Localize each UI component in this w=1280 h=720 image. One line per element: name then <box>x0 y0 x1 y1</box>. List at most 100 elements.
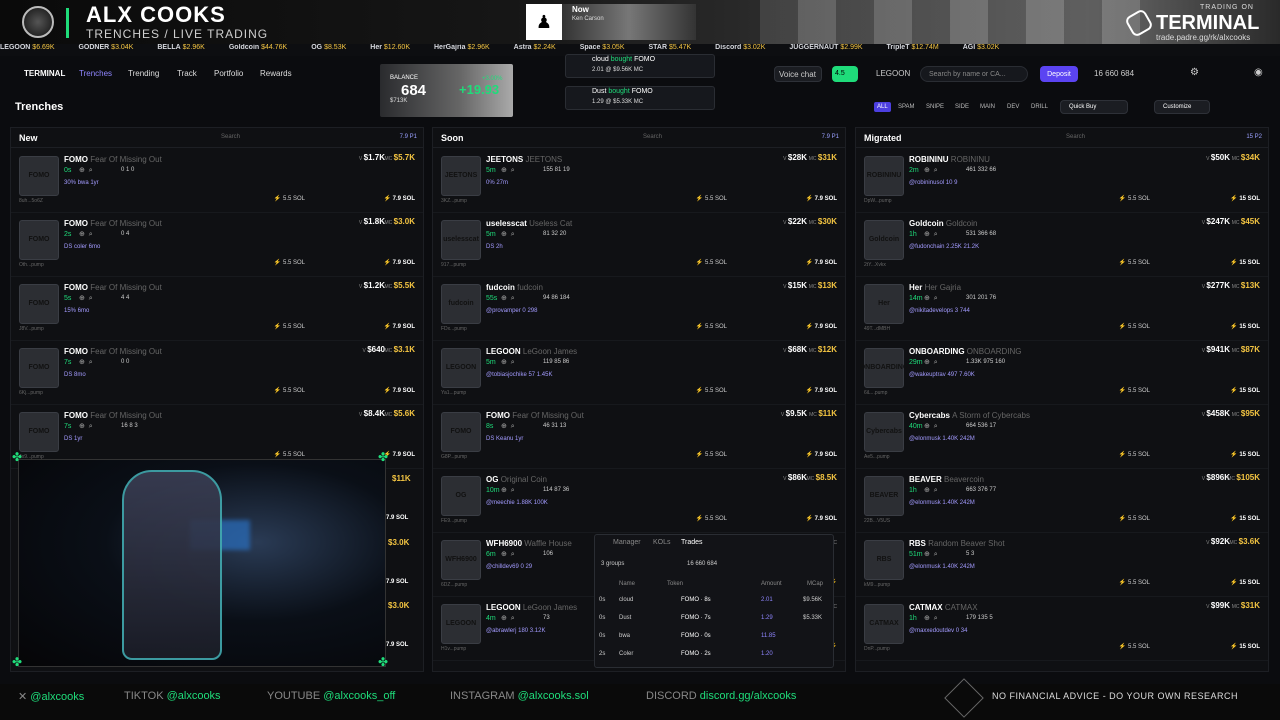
social-icons[interactable]: ⊕ ⌕ <box>501 486 516 495</box>
social-icons[interactable]: ⊕ ⌕ <box>501 166 516 175</box>
quick-buy-toggle[interactable]: Quick Buy <box>1060 100 1128 114</box>
quick-buy-sol-button[interactable]: ⚡ 7.9 SOL <box>806 195 837 202</box>
token-address[interactable]: 49T...dMBH <box>864 326 890 332</box>
quick-buy-sol-button[interactable]: ⚡ 7.9 SOL <box>806 323 837 330</box>
social-icons[interactable]: ⊕ ⌕ <box>924 422 939 431</box>
social-icons[interactable]: ⊕ ⌕ <box>924 486 939 495</box>
quick-buy-sol-button[interactable]: ⚡ 7.9 SOL <box>384 259 415 266</box>
nav-trending[interactable]: Trending <box>128 69 159 78</box>
quick-buy-button[interactable]: ⚡ 5.5 SOL <box>1119 259 1150 266</box>
ticker-item[interactable]: Her $12.60K <box>370 44 422 51</box>
filter-spam[interactable]: SPAM <box>898 104 915 110</box>
quick-buy-button[interactable]: ⚡ 5.5 SOL <box>696 387 727 394</box>
column-controls[interactable]: 15 P2 <box>1246 134 1262 140</box>
quick-buy-button[interactable]: ⚡ 5.5 SOL <box>274 195 305 202</box>
ticker-item[interactable]: STAR $5.47K <box>648 44 703 51</box>
ticker-item[interactable]: OG $8.53K <box>311 44 358 51</box>
token-address[interactable]: Oth...pump <box>19 262 44 268</box>
token-ticker[interactable]: FOMO Fear Of Missing Out <box>64 283 162 292</box>
token-ticker[interactable]: FOMO Fear Of Missing Out <box>64 155 162 164</box>
quick-buy-sol-button[interactable]: ⚡ 15 SOL <box>1230 387 1260 394</box>
token-ticker[interactable]: FOMO Fear Of Missing Out <box>64 411 162 420</box>
token-row[interactable]: uselesscat 917...pump uselesscat Useless C… <box>433 213 845 277</box>
social-icons[interactable]: ⊕ ⌕ <box>924 550 939 559</box>
quick-buy-sol-button[interactable]: ⚡ 7.9 SOL <box>806 515 837 522</box>
trade-row[interactable]: 0s cloud FOMO · 8s 2.01 $9.56K <box>599 597 829 615</box>
ticker-item[interactable]: LEGOON $6.69K <box>0 44 66 51</box>
quick-buy-sol-button[interactable]: ⚡ 15 SOL <box>1230 195 1260 202</box>
token-row[interactable]: ROBININU DpW...pump ROBININU ROBININU 2m ⊕ ⌕… <box>856 149 1268 213</box>
trade-row[interactable]: 0s Dust FOMO · 7s 1.29 $5.33K <box>599 615 829 633</box>
deposit-button[interactable]: Deposit <box>1040 66 1078 82</box>
token-ticker[interactable]: LEGOON LeGoon James <box>486 603 577 612</box>
token-row[interactable]: FOMO J8V...pump FOMO Fear Of Missing Out 5s… <box>11 277 423 341</box>
social-icons[interactable]: ⊕ ⌕ <box>924 230 939 239</box>
social-icons[interactable]: ⊕ ⌕ <box>501 614 516 623</box>
quick-buy-button[interactable]: ⚡ 5.5 SOL <box>696 451 727 458</box>
social-icons[interactable]: ⊕ ⌕ <box>501 358 516 367</box>
quick-buy-button[interactable]: ⚡ 5.5 SOL <box>1119 195 1150 202</box>
token-row[interactable]: FOMO 6Kj...pump FOMO Fear Of Missing Out 7s… <box>11 341 423 405</box>
trade-row[interactable]: 2s Coler FOMO · 2s 1.20 <box>599 651 829 669</box>
token-address[interactable]: kM9...pump <box>864 582 890 588</box>
nav-trenches[interactable]: Trenches <box>79 69 112 78</box>
tab-trades[interactable]: Trades <box>681 539 703 546</box>
token-address[interactable]: 8uh...5o6Z <box>19 198 43 204</box>
ticker-item[interactable]: AGI $3.02K <box>963 44 1012 51</box>
token-address[interactable]: Ya1...pump <box>441 390 466 396</box>
token-ticker[interactable]: ONBOARDING ONBOARDING <box>909 347 1021 356</box>
token-address[interactable]: 6Kj...pump <box>19 390 43 396</box>
token-address[interactable]: FE9...pump <box>441 518 467 524</box>
token-row[interactable]: Her 49T...dMBH Her Her Gajria 14m ⊕ ⌕ 301 201… <box>856 277 1268 341</box>
social-icons[interactable]: ⊕ ⌕ <box>79 358 94 367</box>
filter-dev[interactable]: DEV <box>1007 104 1019 110</box>
quick-buy-button[interactable]: ⚡ 5.5 SOL <box>1119 387 1150 394</box>
ticker-item[interactable]: TripleT $12.74M <box>887 44 951 51</box>
token-address[interactable]: 22B...V5US <box>864 518 890 524</box>
quick-buy-button[interactable]: ⚡ 5.5 SOL <box>696 195 727 202</box>
quick-buy-button[interactable]: ⚡ 5.5 SOL <box>1119 451 1150 458</box>
quick-buy-button[interactable]: ⚡ 5.5 SOL <box>274 323 305 330</box>
quick-buy-button[interactable]: ⚡ 5.5 SOL <box>696 259 727 266</box>
quick-buy-button[interactable]: ⚡ 5.5 SOL <box>1119 515 1150 522</box>
tab-kols[interactable]: KOLs <box>653 539 671 546</box>
token-ticker[interactable]: CATMAX CATMAX <box>909 603 978 612</box>
token-ticker[interactable]: Her Her Gajria <box>909 283 961 292</box>
social-icons[interactable]: ⊕ ⌕ <box>79 422 94 431</box>
token-row[interactable]: Goldcoin 2tY...Xvkx Goldcoin Goldcoin 1h ⊕ ⌕… <box>856 213 1268 277</box>
quick-buy-button[interactable]: ⚡ 5.5 SOL <box>274 387 305 394</box>
social-icons[interactable]: ⊕ ⌕ <box>924 358 939 367</box>
column-search-input[interactable]: Search <box>1066 134 1085 140</box>
tab-manager[interactable]: Manager <box>613 539 641 546</box>
quick-buy-sol-button[interactable]: ⚡ 7.9 SOL <box>384 387 415 394</box>
ticker-item[interactable]: GODNER $3.04K <box>78 44 145 51</box>
social-icons[interactable]: ⊕ ⌕ <box>79 166 94 175</box>
token-ticker[interactable]: OG Original Coin <box>486 475 547 484</box>
wallet-counts[interactable]: 16 660 684 <box>1094 69 1134 78</box>
token-ticker[interactable]: Cybercabs A Storm of Cybercabs <box>909 411 1030 420</box>
token-row[interactable]: fudcoin FDx...pump fudcoin fudcoin 55s ⊕ ⌕ 94… <box>433 277 845 341</box>
trade-row[interactable]: 0s bwa FOMO · 0s 11.85 <box>599 633 829 651</box>
ticker-item[interactable]: HerGajria $2.96K <box>434 44 502 51</box>
quick-buy-sol-button[interactable]: ⚡ 7.9 SOL <box>384 195 415 202</box>
quick-buy-sol-button[interactable]: ⚡ 15 SOL <box>1230 579 1260 586</box>
quick-buy-sol-button[interactable]: ⚡ 15 SOL <box>1230 451 1260 458</box>
quick-buy-sol-button[interactable]: ⚡ 7.9 SOL <box>806 451 837 458</box>
quick-buy-sol-button[interactable]: ⚡ 15 SOL <box>1230 515 1260 522</box>
token-address[interactable]: 3KZ...pump <box>441 198 467 204</box>
token-address[interactable]: DnP...pump <box>864 646 890 652</box>
token-address[interactable]: 6DZ...pump <box>441 582 467 588</box>
token-row[interactable]: JEETONS 3KZ...pump JEETONS JEETONS 5m ⊕ ⌕ 155… <box>433 149 845 213</box>
quick-buy-button[interactable]: ⚡ 5.5 SOL <box>1119 643 1150 650</box>
social-icons[interactable]: ⊕ ⌕ <box>501 550 516 559</box>
social-icons[interactable]: ⊕ ⌕ <box>501 422 516 431</box>
token-address[interactable]: G8P...pump <box>441 454 467 460</box>
quick-buy-button[interactable]: ⚡ 5.5 SOL <box>1119 579 1150 586</box>
voice-chat-button[interactable]: Voice chat <box>774 66 822 82</box>
social-icons[interactable]: ⊕ ⌕ <box>501 294 516 303</box>
nav-portfolio[interactable]: Portfolio <box>214 69 243 78</box>
quick-buy-sol-button[interactable]: ⚡ 15 SOL <box>1230 259 1260 266</box>
ticker-item[interactable]: BELLA $2.96K <box>157 44 216 51</box>
quick-buy-sol-button[interactable]: ⚡ 7.9 SOL <box>384 323 415 330</box>
quick-buy-button[interactable]: ⚡ 5.5 SOL <box>274 259 305 266</box>
